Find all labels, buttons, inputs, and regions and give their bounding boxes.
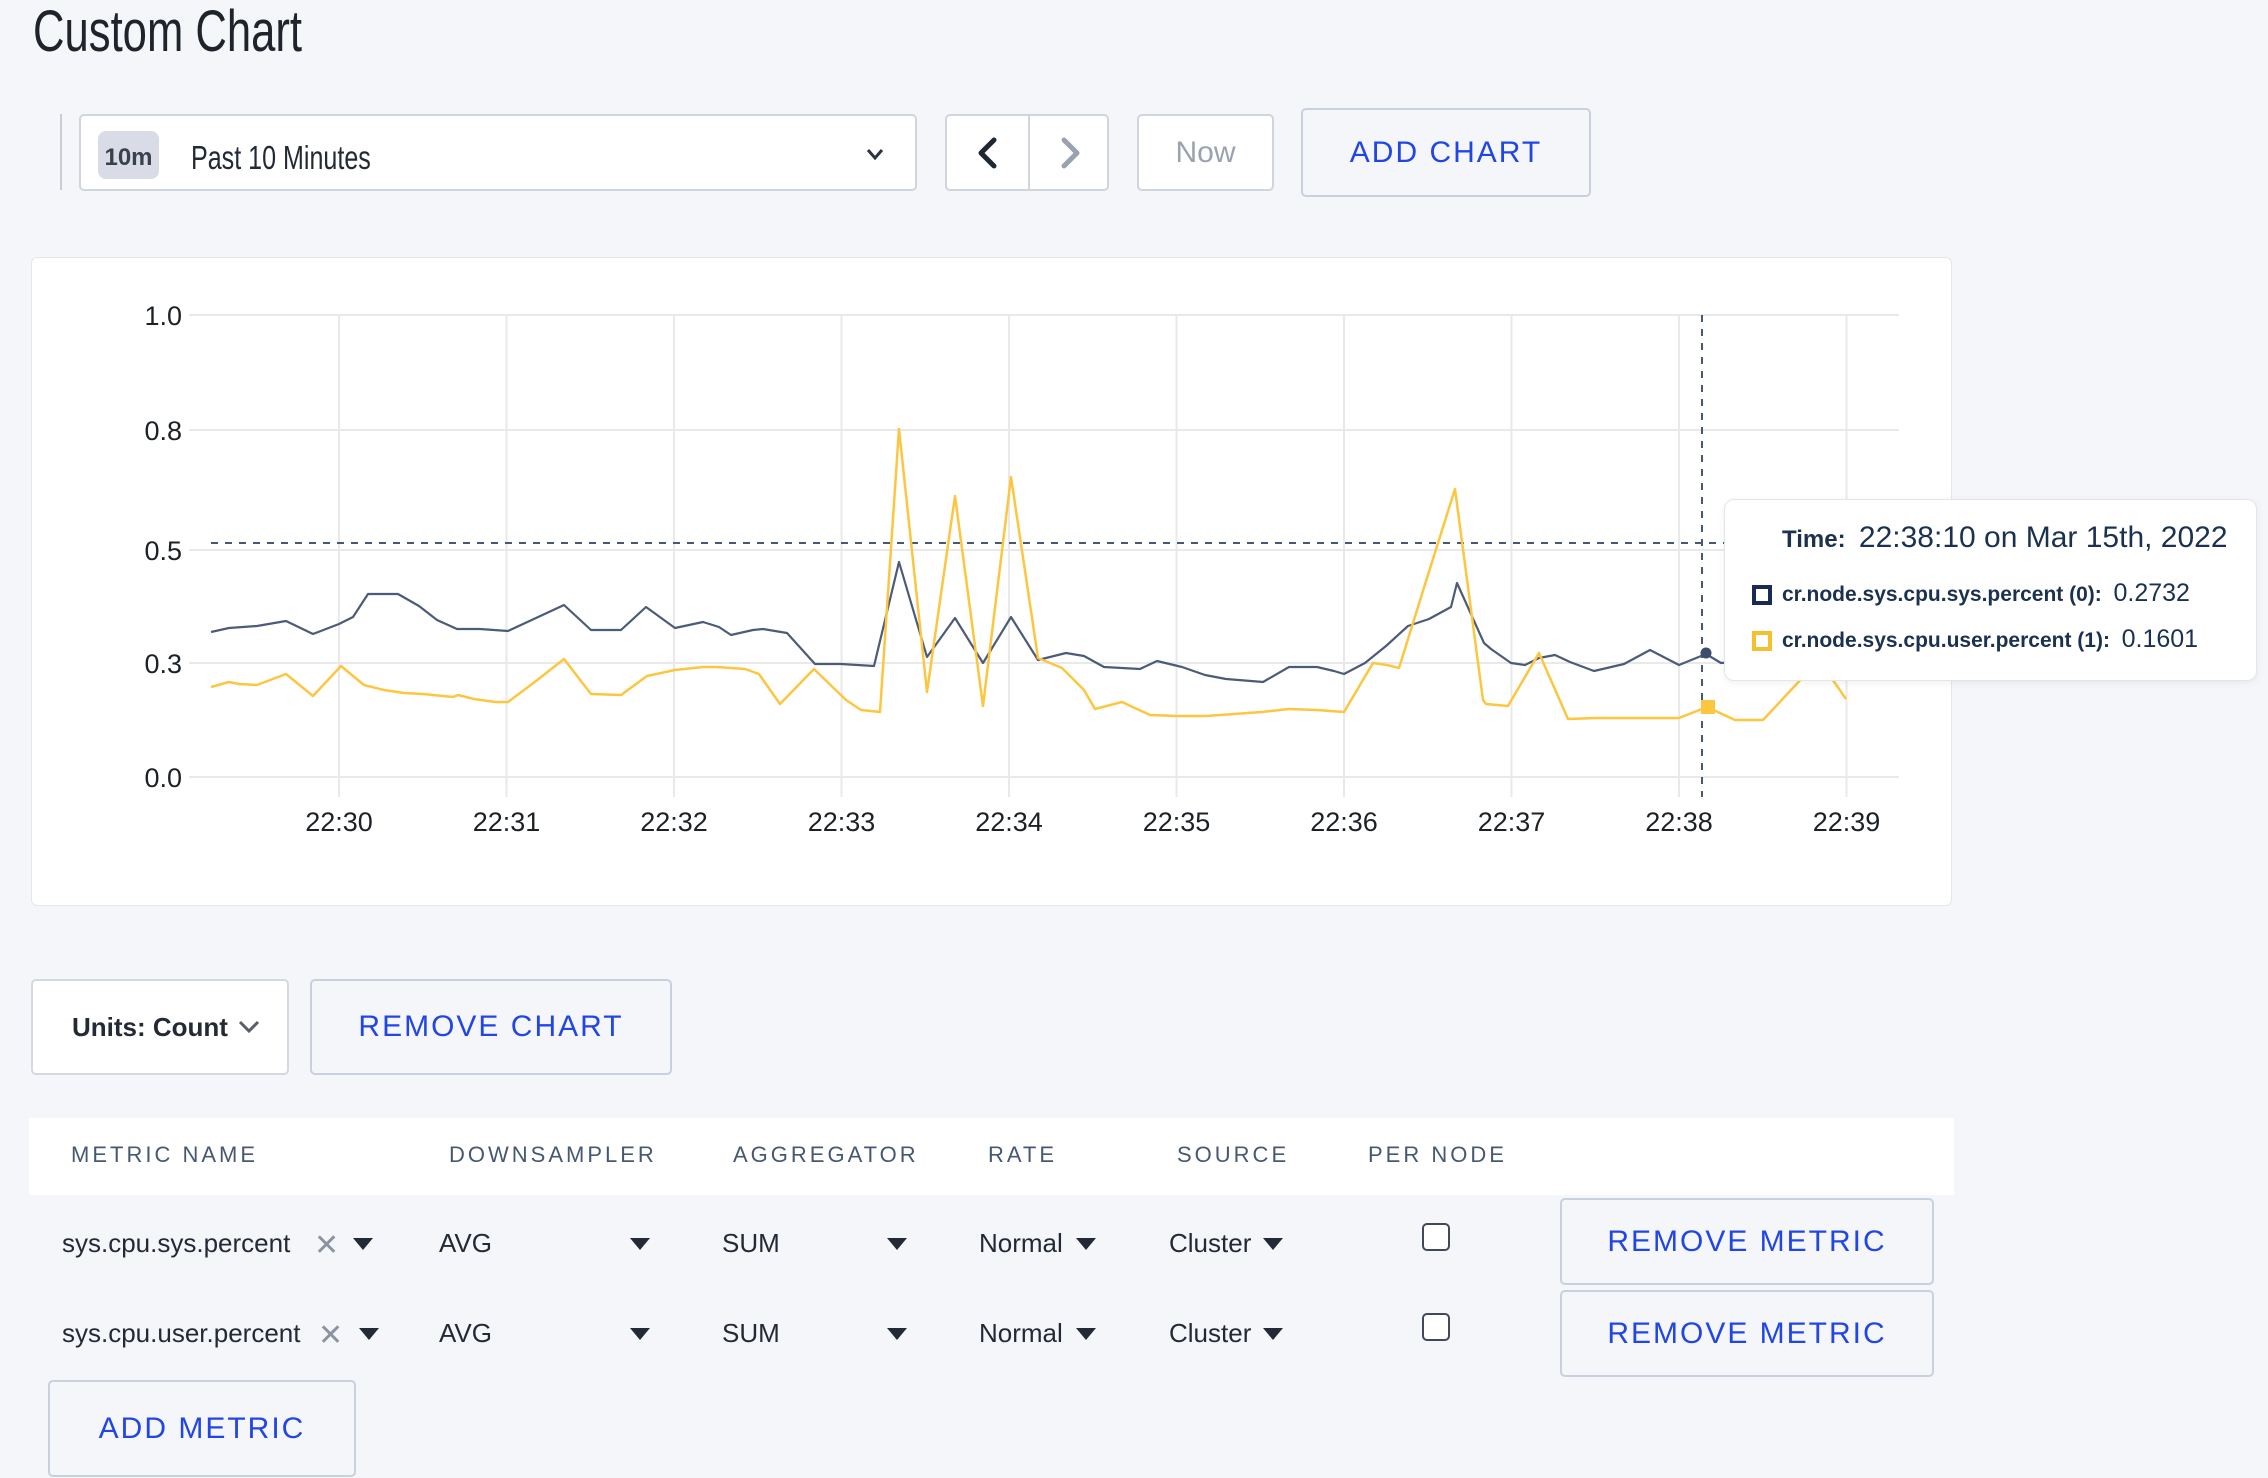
svg-text:22:33: 22:33 [808, 807, 876, 837]
svg-text:22:37: 22:37 [1478, 807, 1546, 837]
svg-text:22:31: 22:31 [473, 807, 541, 837]
svg-text:22:32: 22:32 [640, 807, 708, 837]
svg-text:1.0: 1.0 [144, 301, 182, 331]
svg-text:22:39: 22:39 [1813, 807, 1881, 837]
svg-text:0.0: 0.0 [144, 763, 182, 793]
svg-text:0.3: 0.3 [144, 649, 182, 679]
svg-text:22:38: 22:38 [1645, 807, 1713, 837]
svg-text:22:30: 22:30 [305, 807, 373, 837]
svg-text:22:34: 22:34 [975, 807, 1043, 837]
svg-text:0.8: 0.8 [144, 416, 182, 446]
svg-text:0.5: 0.5 [144, 536, 182, 566]
svg-text:22:35: 22:35 [1143, 807, 1211, 837]
svg-text:22:36: 22:36 [1310, 807, 1378, 837]
